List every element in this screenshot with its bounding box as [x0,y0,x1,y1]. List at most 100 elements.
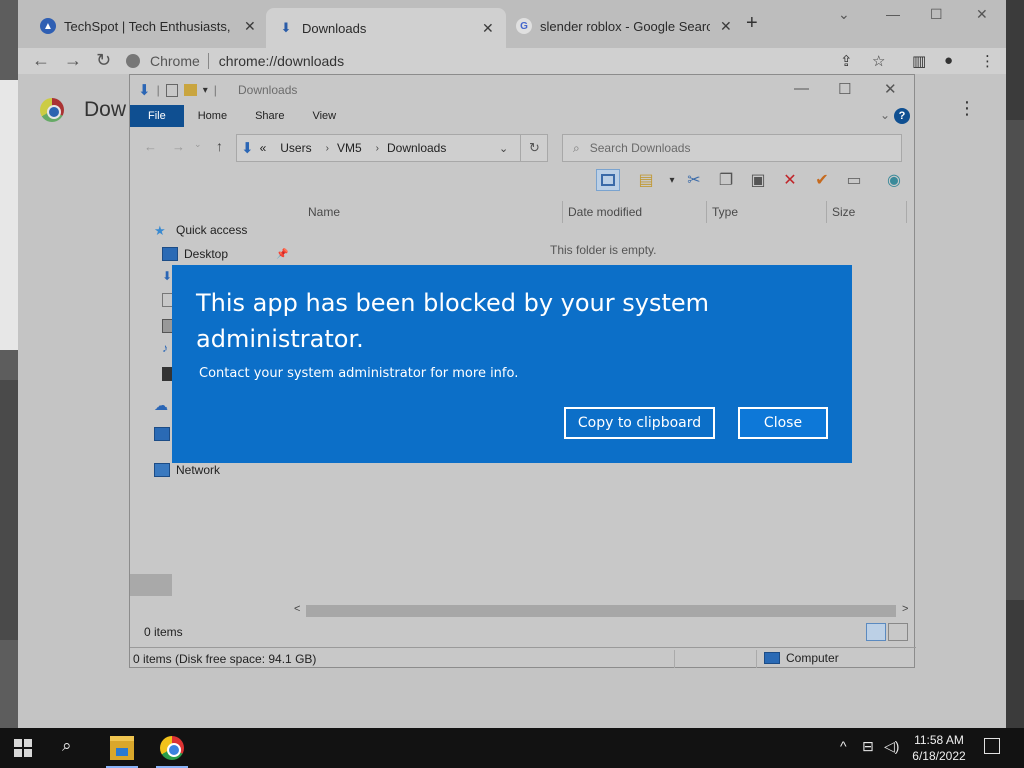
windows-start-icon[interactable] [14,739,32,757]
copy-icon[interactable]: ❐ [714,169,738,191]
forward-icon[interactable]: → [64,50,82,71]
recent-locations-icon[interactable]: ⌄ [194,139,202,150]
page-menu-icon[interactable]: ⋮ [958,98,976,119]
delete-icon[interactable]: ✕ [778,169,802,191]
chevron-right-icon[interactable]: › [326,143,329,154]
cloud-icon: ☁ [154,397,168,413]
window-title: Downloads [238,83,298,97]
chrome-icon[interactable] [160,736,184,760]
empty-folder-message: This folder is empty. [550,243,657,257]
techspot-icon: ▲ [40,18,56,34]
open-folder-icon[interactable]: ▤ [634,169,658,191]
download-icon: ⬇ [280,20,292,35]
side-panel-icon[interactable]: ▥ [912,52,926,70]
star-icon[interactable]: ☆ [872,52,885,70]
close-icon[interactable]: ✕ [720,18,732,35]
tab-techspot[interactable]: ▲ TechSpot | Tech Enthusiasts, Pow ✕ [28,8,268,44]
explorer-address-bar[interactable]: ⬇ « Users › VM5 › Downloads ⌄ [236,134,548,162]
check-icon[interactable]: ✔ [810,169,834,191]
breadcrumb-vm5[interactable]: VM5 [337,141,362,155]
maximize-icon[interactable]: ☐ [930,6,943,23]
taskbar: ⌕ ^ ⊟ ◁) 11:58 AM 6/18/2022 [0,728,1024,768]
item-count: 0 items [144,625,183,639]
minimize-icon[interactable]: — [794,80,809,97]
notification-icon[interactable] [984,738,1000,754]
expand-ribbon-icon[interactable]: ⌄ [880,108,890,122]
search-placeholder: Search Downloads [589,141,691,155]
paste-icon[interactable]: ▣ [746,169,770,191]
chevron-down-icon[interactable]: ⌄ [499,142,508,155]
tab-downloads[interactable]: ⬇ Downloads ✕ [266,8,506,48]
cut-icon[interactable]: ✂ [682,169,706,191]
menu-icon[interactable]: ⋮ [980,52,995,70]
breadcrumb-prefix[interactable]: « [260,141,267,155]
close-icon[interactable]: ✕ [482,20,494,37]
tab-file[interactable]: File [130,105,184,127]
horizontal-scrollbar[interactable]: < > [290,603,914,619]
tab-google-search[interactable]: G slender roblox - Google Search ✕ [504,8,744,44]
new-tab-button[interactable]: + [746,12,758,35]
address-row: ← → ⌄ ↑ ⬇ « Users › VM5 › Downloads ⌄ ↻ … [130,127,914,167]
profile-icon[interactable]: ● [944,52,953,69]
address-bar[interactable]: Chrome chrome://downloads [126,48,826,74]
nav-quick-access[interactable]: ★ Quick access [154,223,247,238]
column-date-modified[interactable]: Date modified [568,205,642,219]
properties-icon[interactable] [165,83,178,97]
close-window-icon[interactable]: ✕ [884,80,897,98]
nav-network[interactable]: Network [154,463,220,477]
refresh-icon[interactable]: ↻ [520,134,548,162]
column-name[interactable]: Name [308,205,340,219]
new-folder-icon[interactable] [183,84,197,96]
details-view-icon[interactable] [866,623,886,641]
tab-share[interactable]: Share [241,105,298,127]
copy-to-clipboard-button[interactable]: Copy to clipboard [564,407,715,439]
tab-title: Downloads [302,20,367,36]
pin-icon[interactable]: 📌 [276,249,288,260]
maximize-icon[interactable]: ☐ [838,80,851,98]
minimize-icon[interactable]: — [886,6,900,22]
rename-icon[interactable]: ▭ [842,169,866,191]
blocked-app-dialog: This app has been blocked by your system… [172,265,852,463]
close-window-icon[interactable]: ✕ [976,6,988,23]
close-icon[interactable]: ✕ [244,18,256,35]
up-icon[interactable]: ↑ [216,138,223,154]
ribbon-tabs: File Home Share View ⌄ ? [130,105,914,127]
reload-icon[interactable]: ↻ [96,50,111,71]
customize-dropdown-icon[interactable]: ▾ [203,85,208,96]
show-hidden-icons-icon[interactable]: ^ [840,738,847,754]
back-icon[interactable]: ← [32,50,50,71]
column-size[interactable]: Size [832,205,855,219]
chevron-right-icon[interactable]: › [376,143,379,154]
dialog-message: Contact your system administrator for mo… [199,366,519,381]
preview-pane-icon[interactable] [596,169,620,191]
scroll-right-icon[interactable]: > [902,603,908,615]
tab-home[interactable]: Home [184,105,241,127]
scroll-left-icon[interactable]: < [294,603,300,615]
column-type[interactable]: Type [712,205,738,219]
back-icon[interactable]: ← [144,139,157,154]
download-icon: ⬇ [138,82,151,99]
nav-desktop[interactable]: Desktop 📌 [162,247,288,261]
close-button[interactable]: Close [738,407,828,439]
share-icon[interactable]: ⇪ [840,52,853,70]
volume-icon[interactable]: ◁) [884,738,899,755]
forward-icon[interactable]: → [172,139,185,154]
help-icon[interactable]: ? [894,108,910,124]
file-explorer-icon[interactable] [110,736,134,760]
browser-toolbar: ← → ↻ Chrome chrome://downloads ⇪ ☆ ▥ ● … [18,48,1006,74]
search-icon: ⌕ [573,140,580,155]
large-icons-view-icon[interactable] [888,623,908,641]
disk-space-status: 0 items (Disk free space: 94.1 GB) [133,652,317,666]
chevron-down-icon[interactable]: ⌄ [838,6,850,23]
globe-icon[interactable]: ◉ [882,169,906,191]
breadcrumb-users[interactable]: Users [280,141,311,155]
network-icon[interactable]: ⊟ [862,738,874,755]
breadcrumb-downloads[interactable]: Downloads [387,141,446,155]
system-clock[interactable]: 11:58 AM 6/18/2022 [900,732,978,764]
search-input[interactable]: ⌕ Search Downloads [562,134,902,162]
tab-view[interactable]: View [298,105,350,127]
scrollbar-thumb[interactable] [306,605,896,617]
search-icon[interactable]: ⌕ [62,736,72,756]
dropdown-icon[interactable]: ▾ [660,169,684,191]
desktop-icon [162,247,178,261]
